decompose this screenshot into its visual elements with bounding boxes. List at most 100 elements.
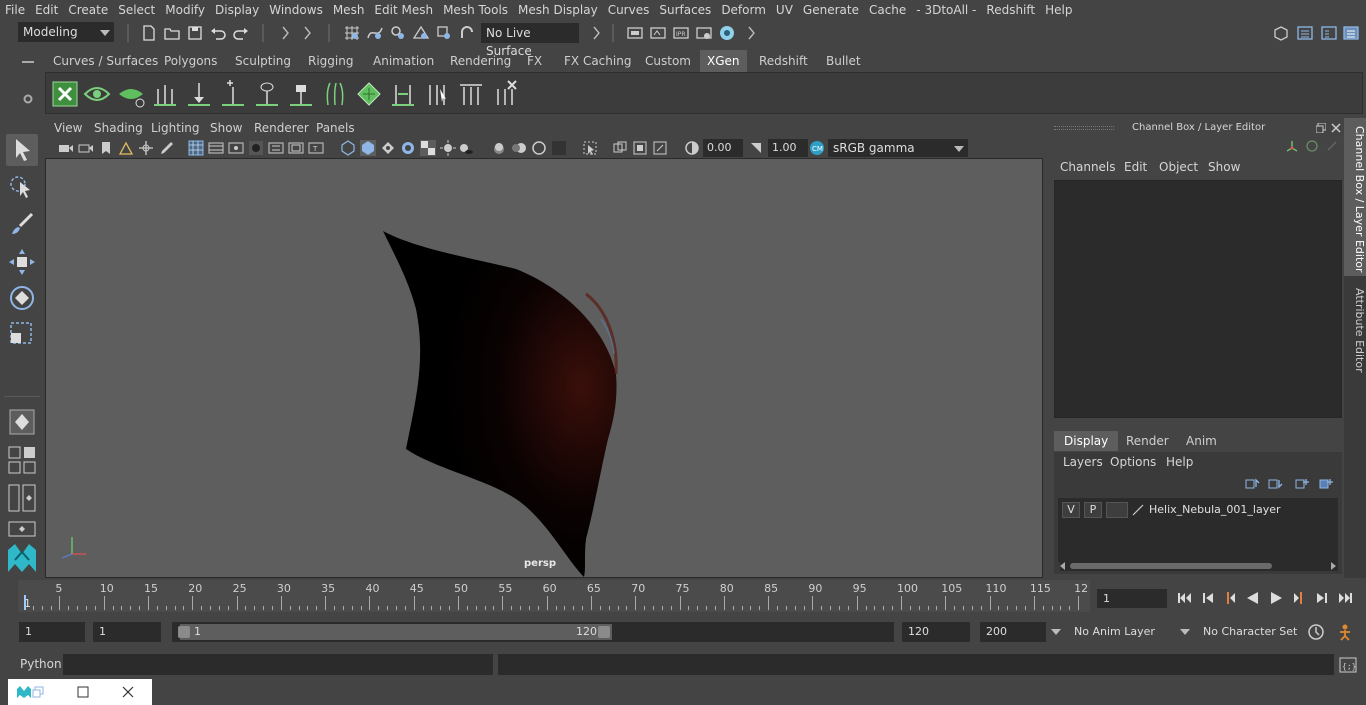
time-slider-bar[interactable]: 5 10 15 20 25 30 35 40 45 50 55 60 65 70 75 80 85 90 95 100…: [18, 580, 1090, 612]
layout-outliner-icon[interactable]: [6, 482, 38, 514]
new-scene-icon[interactable]: [140, 24, 158, 42]
snap-live-icon[interactable]: [435, 24, 453, 42]
menu-help[interactable]: Help: [1040, 3, 1077, 17]
xgen-sculpt-guides-icon[interactable]: [320, 79, 350, 109]
viewport-menu-renderer[interactable]: Renderer: [254, 121, 309, 135]
xgen-add-guide-icon[interactable]: [218, 79, 248, 109]
step-forward-icon[interactable]: [1313, 589, 1331, 607]
channel-list[interactable]: [1054, 180, 1342, 418]
tab-custom[interactable]: Custom: [638, 50, 698, 72]
chevron-right-icon[interactable]: [742, 24, 760, 42]
tab-fx-caching[interactable]: FX Caching: [557, 50, 638, 72]
color-space-dropdown[interactable]: sRGB gamma: [828, 139, 968, 157]
animation-preferences-icon[interactable]: [1336, 623, 1354, 641]
current-time-marker[interactable]: [24, 595, 26, 610]
new-layer-icon[interactable]: [1294, 477, 1310, 491]
scroll-right-icon[interactable]: [1331, 562, 1336, 570]
screen-space-ao-icon[interactable]: [491, 140, 507, 156]
script-language-label[interactable]: Python: [20, 657, 62, 671]
tab-fx[interactable]: FX: [520, 50, 549, 72]
layer-visibility-toggle[interactable]: V: [1062, 502, 1080, 518]
scale-tool-icon[interactable]: [6, 318, 38, 350]
tab-layer-render[interactable]: Render: [1116, 431, 1179, 451]
step-back-key-icon[interactable]: [1221, 589, 1239, 607]
redo-icon[interactable]: [232, 24, 250, 42]
xgen-select-guide-icon[interactable]: [252, 79, 282, 109]
axis-widget-icon[interactable]: [1285, 140, 1299, 154]
range-start-field[interactable]: 1: [93, 622, 161, 642]
menu-mesh-tools[interactable]: Mesh Tools: [438, 3, 513, 17]
menu-display[interactable]: Display: [210, 3, 264, 17]
current-frame-field[interactable]: 1: [1097, 589, 1167, 608]
xgen-flip-guides-icon[interactable]: [388, 79, 418, 109]
show-manipulator-icon[interactable]: [6, 406, 38, 438]
menu-uv[interactable]: UV: [771, 3, 798, 17]
xgen-guides-icon[interactable]: [150, 79, 180, 109]
xgen-delete-guides-icon[interactable]: [490, 79, 520, 109]
move-layer-up-icon[interactable]: [1244, 477, 1260, 491]
layer-display-type[interactable]: [1106, 502, 1128, 518]
tab-animation[interactable]: Animation: [366, 50, 441, 72]
tab-bullet[interactable]: Bullet: [819, 50, 868, 72]
frame-selection-icon[interactable]: [652, 140, 668, 156]
scrollbar-thumb[interactable]: [1070, 563, 1272, 569]
xray-icon[interactable]: [400, 140, 416, 156]
safe-title-icon[interactable]: T: [308, 140, 324, 156]
workspace-icon[interactable]: [1272, 24, 1290, 42]
menu-create[interactable]: Create: [63, 3, 113, 17]
go-to-start-icon[interactable]: [1176, 589, 1194, 607]
range-start-handle[interactable]: [178, 626, 190, 638]
step-forward-key-icon[interactable]: [1290, 589, 1308, 607]
viewport-menu-view[interactable]: View: [54, 121, 82, 135]
menu-mesh[interactable]: Mesh: [328, 3, 370, 17]
rotate-tool-icon[interactable]: [6, 282, 38, 314]
color-management-icon[interactable]: CM: [809, 140, 825, 156]
snap-point-icon[interactable]: [389, 24, 407, 42]
chevron-down-icon[interactable]: [1180, 629, 1190, 635]
textured-icon[interactable]: [420, 140, 436, 156]
channel-toggle-icon[interactable]: [1306, 140, 1318, 152]
side-tab-channel-box[interactable]: Channel Box / Layer Editor: [1344, 118, 1366, 276]
smooth-shade-icon[interactable]: [360, 140, 376, 156]
character-set-dropdown[interactable]: No Character Set: [1197, 622, 1301, 642]
layer-color-icon[interactable]: [1132, 504, 1144, 516]
cb-menu-object[interactable]: Object: [1159, 160, 1198, 174]
end-time-field[interactable]: 200: [980, 622, 1046, 642]
menu-curves[interactable]: Curves: [603, 3, 655, 17]
script-editor-icon[interactable]: {;}: [1339, 656, 1357, 674]
channel-key-icon[interactable]: [1326, 140, 1338, 152]
lasso-tool-icon[interactable]: [6, 172, 38, 204]
ipr-render-icon[interactable]: IPR: [672, 24, 690, 42]
layer-scrollbar[interactable]: [1060, 561, 1338, 571]
render-icon[interactable]: [649, 24, 667, 42]
grease-pencil-icon[interactable]: [158, 140, 174, 156]
menu-file[interactable]: File: [0, 3, 30, 17]
play-backwards-icon[interactable]: [1244, 589, 1262, 607]
time-slider[interactable]: 5 10 15 20 25 30 35 40 45 50 55 60 65 70 75 80 85 90 95 100…: [18, 580, 1090, 612]
exposure-field[interactable]: 0.00: [703, 139, 743, 157]
layer-menu-options[interactable]: Options: [1110, 455, 1156, 469]
restore-window-icon[interactable]: [32, 686, 44, 698]
xgen-groom-icon[interactable]: [354, 79, 384, 109]
menu-cache[interactable]: Cache: [864, 3, 911, 17]
drag-handle[interactable]: [1054, 126, 1114, 130]
grid-icon[interactable]: [188, 140, 204, 156]
chevron-right-icon[interactable]: [276, 24, 294, 42]
menu-redshift[interactable]: Redshift: [981, 3, 1040, 17]
chevron-down-icon[interactable]: [1051, 629, 1061, 635]
menu-windows[interactable]: Windows: [264, 3, 328, 17]
menu-surfaces[interactable]: Surfaces: [654, 3, 716, 17]
float-panel-icon[interactable]: [1315, 122, 1327, 134]
auto-key-icon[interactable]: [1307, 623, 1325, 641]
tab-xgen[interactable]: XGen: [700, 50, 747, 72]
hypershade-icon[interactable]: [718, 24, 736, 42]
move-layer-down-icon[interactable]: [1267, 477, 1283, 491]
go-to-end-icon[interactable]: [1336, 589, 1354, 607]
close-window-icon[interactable]: [122, 686, 134, 698]
layer-menu-help[interactable]: Help: [1166, 455, 1193, 469]
xgen-lock-guide-icon[interactable]: [286, 79, 316, 109]
camera-attributes-icon[interactable]: [78, 140, 94, 156]
motion-blur-icon[interactable]: [511, 140, 527, 156]
viewport-menu-show[interactable]: Show: [210, 121, 242, 135]
save-scene-icon[interactable]: [186, 24, 204, 42]
